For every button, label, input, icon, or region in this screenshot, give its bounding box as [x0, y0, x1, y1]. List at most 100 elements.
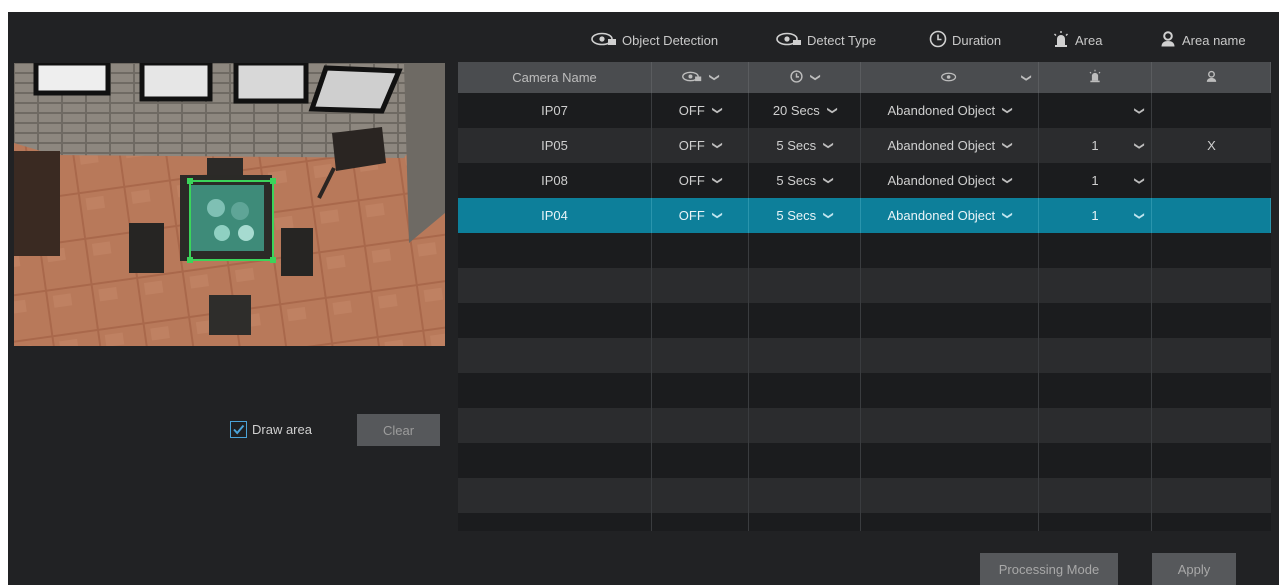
object-detection-select[interactable]: OFF ❯	[652, 198, 749, 233]
person-icon	[1205, 70, 1218, 86]
detect-type-select[interactable]: Abandoned Object ❯	[861, 128, 1039, 163]
draw-area-label: Draw area	[252, 422, 312, 437]
chevron-down-icon[interactable]: ❯	[1002, 141, 1013, 149]
select-value: OFF	[678, 173, 705, 188]
detect-type-select[interactable]: Abandoned Object ❯	[861, 163, 1039, 198]
cell-area-name[interactable]: X	[1152, 128, 1271, 163]
chevron-down-icon[interactable]: ❯	[1133, 176, 1144, 184]
legend-object-detection-label: Object Detection	[622, 32, 719, 48]
legend-area-label: Area	[1075, 32, 1103, 48]
area-select[interactable]: 1 ❯	[1039, 163, 1152, 198]
chevron-down-icon[interactable]: ❯	[823, 176, 834, 184]
header-detect-type[interactable]: ❯	[861, 62, 1039, 93]
legend-object-detection: Object Detection	[591, 31, 718, 49]
cell-area-name[interactable]	[1152, 198, 1271, 233]
duration-select[interactable]: 20 Secs ❯	[749, 93, 861, 128]
legend-detect-type: Detect Type	[776, 31, 876, 49]
select-value: 5 Secs	[776, 138, 817, 153]
person-icon	[1159, 30, 1177, 51]
legend-duration: Duration	[929, 30, 1002, 51]
duration-select[interactable]: 5 Secs ❯	[749, 163, 861, 198]
table-row[interactable]: IP08 OFF ❯ 5 Secs ❯ Abandoned Object ❯ 1 ❯	[458, 163, 1271, 198]
chevron-down-icon[interactable]: ❯	[1002, 176, 1013, 184]
clock-icon	[929, 30, 947, 51]
cell-area-name[interactable]	[1152, 93, 1271, 128]
chevron-down-icon[interactable]: ❯	[711, 211, 722, 219]
cell-camera-name: IP08	[458, 163, 652, 198]
header-camera-name-label: Camera Name	[512, 70, 597, 85]
select-value: Abandoned Object	[887, 138, 996, 153]
select-value: Abandoned Object	[887, 208, 996, 223]
table-row-selected[interactable]: IP04 OFF ❯ 5 Secs ❯ Abandoned Object ❯ 1 ❯	[458, 198, 1271, 233]
area-select[interactable]: ❯	[1039, 93, 1152, 128]
cell-area-name[interactable]	[1152, 163, 1271, 198]
select-value: 20 Secs	[772, 103, 820, 118]
header-area	[1039, 62, 1152, 93]
object-detection-icon	[681, 70, 702, 85]
empty-row	[458, 338, 1271, 373]
processing-mode-button[interactable]: Processing Mode	[980, 553, 1118, 585]
select-value: OFF	[678, 103, 705, 118]
select-value: Abandoned Object	[887, 173, 996, 188]
clock-icon	[790, 69, 803, 86]
empty-row	[458, 478, 1271, 513]
chevron-down-icon[interactable]: ❯	[711, 176, 722, 184]
table-row[interactable]: IP05 OFF ❯ 5 Secs ❯ Abandoned Object ❯ 1 ❯ X	[458, 128, 1271, 163]
select-value: 1	[1091, 173, 1099, 188]
chevron-down-icon[interactable]: ❯	[1002, 106, 1013, 114]
duration-select[interactable]: 5 Secs ❯	[749, 128, 861, 163]
select-value: 5 Secs	[776, 173, 817, 188]
clear-button[interactable]: Clear	[357, 414, 440, 446]
legend-area: Area	[1052, 30, 1103, 51]
area-select[interactable]: 1 ❯	[1039, 198, 1152, 233]
select-value: 1	[1091, 138, 1099, 153]
header-duration[interactable]: ❯	[749, 62, 861, 93]
select-value: Abandoned Object	[887, 103, 996, 118]
empty-row	[458, 373, 1271, 408]
table-header: Camera Name ❯ ❯ ❯	[458, 62, 1271, 93]
chevron-down-icon[interactable]: ❯	[1133, 141, 1144, 149]
chevron-down-icon[interactable]: ❯	[826, 106, 837, 114]
draw-area-checkbox[interactable]: Draw area	[230, 421, 312, 438]
empty-row	[458, 513, 1271, 531]
select-value: 1	[1091, 208, 1099, 223]
select-value: 5 Secs	[776, 208, 817, 223]
chevron-down-icon[interactable]: ❯	[711, 106, 722, 114]
select-value: OFF	[678, 208, 705, 223]
object-detection-select[interactable]: OFF ❯	[652, 128, 749, 163]
apply-button[interactable]: Apply	[1152, 553, 1236, 585]
chevron-down-icon[interactable]: ❯	[708, 73, 719, 81]
chevron-down-icon[interactable]: ❯	[711, 141, 722, 149]
duration-select[interactable]: 5 Secs ❯	[749, 198, 861, 233]
alarm-area-icon	[1088, 69, 1102, 86]
chevron-down-icon[interactable]: ❯	[1133, 211, 1144, 219]
chevron-down-icon[interactable]: ❯	[1133, 106, 1144, 114]
object-detection-select[interactable]: OFF ❯	[652, 93, 749, 128]
legend-duration-label: Duration	[952, 32, 1002, 48]
checkbox-checked-icon[interactable]	[230, 421, 247, 438]
area-select[interactable]: 1 ❯	[1039, 128, 1152, 163]
object-detection-icon	[591, 32, 617, 49]
legend-area-name: Area name	[1159, 30, 1246, 51]
empty-row	[458, 233, 1271, 268]
detection-table: Camera Name ❯ ❯ ❯ IP07 OFF ❯ 20 Secs ❯ A…	[458, 62, 1271, 531]
table-row[interactable]: IP07 OFF ❯ 20 Secs ❯ Abandoned Object ❯ ❯	[458, 93, 1271, 128]
header-object-detection[interactable]: ❯	[652, 62, 749, 93]
object-detection-select[interactable]: OFF ❯	[652, 163, 749, 198]
detect-type-icon	[940, 70, 959, 85]
chevron-down-icon[interactable]: ❯	[1002, 211, 1013, 219]
chevron-down-icon[interactable]: ❯	[1020, 73, 1031, 81]
chevron-down-icon[interactable]: ❯	[823, 211, 834, 219]
chevron-down-icon[interactable]: ❯	[809, 73, 820, 81]
empty-row	[458, 303, 1271, 338]
detect-type-select[interactable]: Abandoned Object ❯	[861, 198, 1039, 233]
cell-camera-name: IP05	[458, 128, 652, 163]
camera-preview[interactable]	[14, 63, 445, 346]
header-camera-name: Camera Name	[458, 62, 652, 93]
chevron-down-icon[interactable]: ❯	[823, 141, 834, 149]
detect-type-icon	[776, 32, 802, 49]
app-window: Object Detection Detect Type Duration Ar…	[8, 12, 1279, 585]
alarm-area-icon	[1052, 30, 1070, 51]
header-area-name	[1152, 62, 1271, 93]
detect-type-select[interactable]: Abandoned Object ❯	[861, 93, 1039, 128]
